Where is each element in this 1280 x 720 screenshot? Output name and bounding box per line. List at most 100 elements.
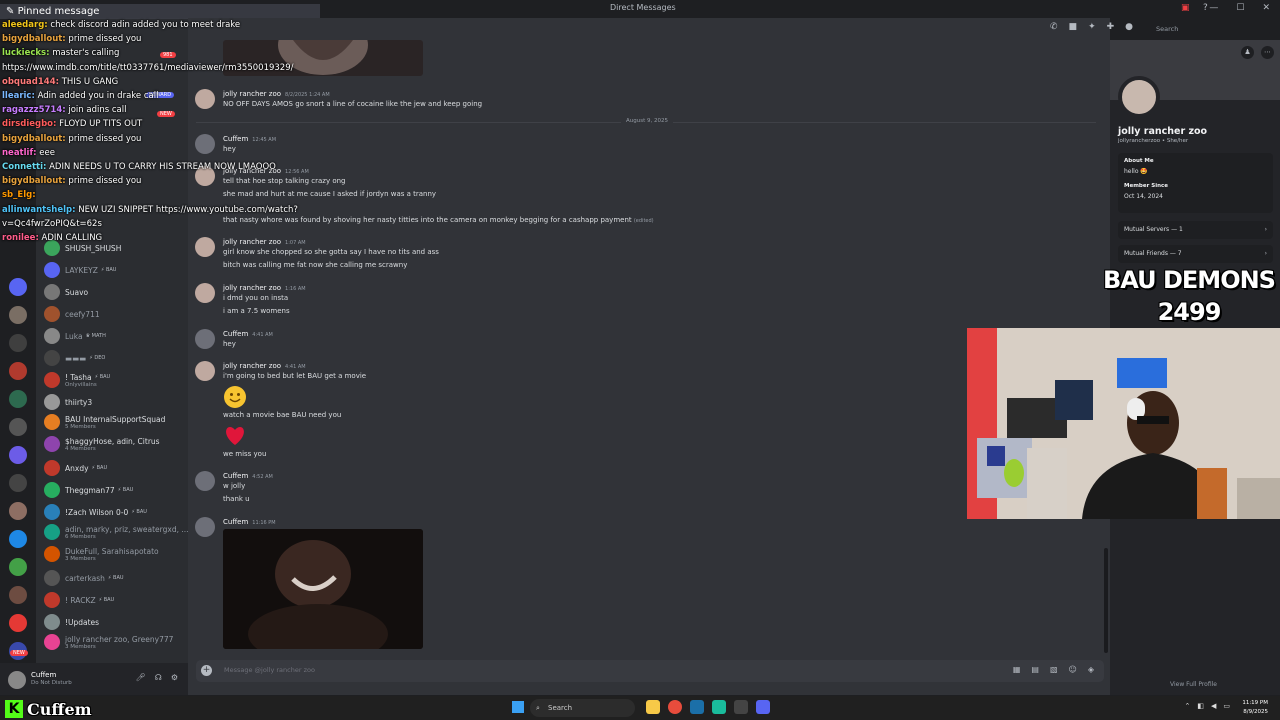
profile-icon[interactable]: ● xyxy=(1125,22,1133,32)
search-input[interactable]: Search xyxy=(1152,23,1270,35)
dm-list-item[interactable]: !Zach Wilson 0-0 ⚡ BAU xyxy=(44,502,184,522)
message-author[interactable]: jolly rancher zoo xyxy=(223,284,281,292)
server-icon[interactable] xyxy=(9,614,27,632)
dm-list-item[interactable]: LAYKEYZ ⚡ BAU xyxy=(44,260,184,280)
avatar[interactable] xyxy=(195,361,215,381)
avatar xyxy=(44,592,60,608)
profile-avatar[interactable] xyxy=(1118,76,1160,118)
server-icon[interactable] xyxy=(9,502,27,520)
date-divider-label: August 9, 2025 xyxy=(621,118,673,124)
server-icon[interactable] xyxy=(9,530,27,548)
close-button[interactable]: ✕ xyxy=(1262,3,1270,13)
app-icon[interactable] xyxy=(734,700,748,714)
dm-list-item[interactable]: ! RACKZ ⚡ BAU xyxy=(44,590,184,610)
server-icon[interactable] xyxy=(9,446,27,464)
app-icon[interactable] xyxy=(712,700,726,714)
pinned-label: Pinned message xyxy=(17,6,100,17)
emoji-icon[interactable]: ☺ xyxy=(1069,665,1077,674)
dm-list-item[interactable]: DukeFull, Sarahisapotato 3 Members xyxy=(44,544,184,564)
server-icon[interactable] xyxy=(9,558,27,576)
avatar xyxy=(44,306,60,322)
view-full-profile-link[interactable]: View Full Profile xyxy=(1170,681,1217,688)
chat-username: dirsdiegbo: xyxy=(2,119,57,130)
dm-name: ceefy711 xyxy=(65,309,100,319)
dm-list-item[interactable]: Luka ♛ MATH xyxy=(44,326,184,346)
dm-list-item[interactable]: Suavo xyxy=(44,282,184,302)
message-timestamp: 4:52 AM xyxy=(252,474,273,480)
dm-list-item[interactable]: $haggyHose, adin, Citrus 4 Members xyxy=(44,434,184,454)
message-author[interactable]: Cuffem xyxy=(223,330,248,338)
mutual-friends-row[interactable]: Mutual Friends — 7 › xyxy=(1118,245,1273,263)
user-status: Do Not Disturb xyxy=(31,680,72,686)
dm-list-item[interactable]: carterkash ⚡ BAU xyxy=(44,568,184,588)
discord-icon[interactable] xyxy=(756,700,770,714)
chat-text: eee xyxy=(39,147,55,158)
phone-icon[interactable]: ✆ xyxy=(1050,22,1058,32)
clock[interactable]: 11:19 PM 8/9/2025 xyxy=(1242,699,1268,717)
avatar[interactable] xyxy=(195,471,215,491)
windows-start-icon[interactable] xyxy=(512,701,524,713)
avatar[interactable] xyxy=(195,329,215,349)
steam-icon[interactable] xyxy=(690,700,704,714)
avatar[interactable] xyxy=(8,671,26,689)
taskbar-search[interactable]: ⌕ Search xyxy=(530,699,635,717)
gear-icon[interactable]: ⚙ xyxy=(171,673,178,682)
clock-time: 11:19 PM xyxy=(1242,700,1268,706)
dm-list-item[interactable]: jolly rancher zoo, Greeny777 3 Members xyxy=(44,632,184,652)
headphones-icon[interactable]: ☊ xyxy=(155,673,162,682)
message-timestamp: 4:41 AM xyxy=(252,332,273,338)
dm-list-item[interactable]: BAU InternalSupportSquad 5 Members xyxy=(44,412,184,432)
dm-name: ! RACKZ xyxy=(65,595,96,605)
sticker-icon[interactable]: ▧ xyxy=(1050,665,1058,674)
dm-subtitle: Onlyvillains xyxy=(65,381,97,388)
dm-list-item[interactable]: !Updates xyxy=(44,612,184,632)
dm-list-item[interactable]: Anxdy ⚡ BAU xyxy=(44,458,184,478)
dm-list-item[interactable]: thiirty3 xyxy=(44,392,184,412)
server-icon[interactable] xyxy=(9,362,27,380)
server-icon[interactable] xyxy=(9,278,27,296)
server-icon[interactable] xyxy=(9,586,27,604)
dm-name: !Updates xyxy=(65,617,100,627)
server-icon[interactable] xyxy=(9,390,27,408)
add-friend-icon[interactable]: ♟ xyxy=(1241,46,1254,59)
file-explorer-icon[interactable] xyxy=(646,700,660,714)
mutual-servers-row[interactable]: Mutual Servers — 1 › xyxy=(1118,221,1273,239)
add-attachment-button[interactable]: + xyxy=(201,665,212,676)
avatar[interactable] xyxy=(195,283,215,303)
server-icon[interactable] xyxy=(9,418,27,436)
inbox-icon[interactable]: ▣ xyxy=(1181,3,1190,13)
message-text: i dmd you on insta xyxy=(223,294,289,302)
message-author[interactable]: Cuffem xyxy=(223,472,248,480)
dm-list-item[interactable]: adin, marky, priz, sweatergxd, ... 6 Memb… xyxy=(44,522,189,542)
video-icon[interactable]: ■ xyxy=(1069,22,1078,32)
pin-icon[interactable]: ✦ xyxy=(1088,22,1096,32)
help-icon[interactable]: ? xyxy=(1203,3,1208,13)
apps-icon[interactable]: ◈ xyxy=(1088,665,1094,674)
maximize-button[interactable]: ☐ xyxy=(1236,3,1244,13)
server-icon[interactable] xyxy=(9,474,27,492)
dm-list-item[interactable]: Theggman77 ⚡ BAU xyxy=(44,480,184,500)
more-options-icon[interactable]: ⋯ xyxy=(1261,46,1274,59)
message-input[interactable]: Message @jolly rancher zoo xyxy=(224,666,315,674)
avatar[interactable] xyxy=(195,517,215,537)
chevron-up-icon[interactable]: ⌃ xyxy=(1184,702,1190,710)
add-friend-icon[interactable]: ✚ xyxy=(1107,22,1115,32)
image-attachment[interactable] xyxy=(223,529,423,649)
gift-icon[interactable]: ▦ xyxy=(1013,665,1021,674)
server-icon[interactable] xyxy=(9,306,27,324)
gif-icon[interactable]: ▤ xyxy=(1031,665,1039,674)
volume-icon[interactable]: ◀ xyxy=(1211,702,1216,710)
message-author[interactable]: jolly rancher zoo xyxy=(223,362,281,370)
network-icon[interactable]: ◧ xyxy=(1197,702,1204,710)
microphone-icon[interactable]: 🎤︎ xyxy=(136,673,146,682)
dm-list-item[interactable]: ! Tasha ⚡ BAU Onlyvillains xyxy=(44,370,184,390)
server-icon[interactable] xyxy=(9,334,27,352)
message-author[interactable]: Cuffem xyxy=(223,518,248,526)
battery-icon[interactable]: ▭ xyxy=(1223,702,1230,710)
dm-list-item[interactable]: ceefy711 xyxy=(44,304,184,324)
scrollbar[interactable] xyxy=(1104,548,1108,653)
minimize-button[interactable]: — xyxy=(1209,3,1218,13)
dm-list-item[interactable]: ▬▬▬ ⚡ DEO xyxy=(44,348,184,368)
chat-message: neatlif: eee xyxy=(0,146,330,160)
chrome-icon[interactable] xyxy=(668,700,682,714)
